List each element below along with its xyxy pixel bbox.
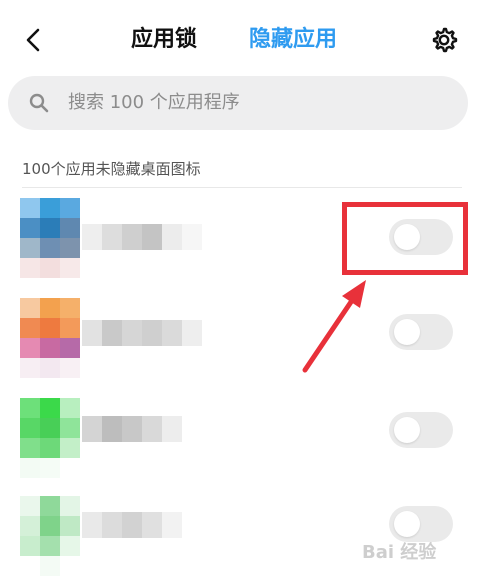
- app-name-redacted: [82, 320, 202, 346]
- app-name-redacted: [82, 512, 202, 538]
- app-name-redacted: [82, 224, 202, 250]
- toggle-knob: [394, 417, 420, 443]
- list-item: [0, 292, 481, 388]
- pixelated-app-icon: [20, 198, 80, 278]
- app-header: 应用锁 隐藏应用: [0, 0, 481, 80]
- chevron-left-icon: [26, 28, 40, 52]
- pixelated-app-icon: [20, 496, 80, 576]
- toggle-knob: [394, 511, 420, 537]
- toggle-knob: [394, 319, 420, 345]
- section-title: 100个应用未隐藏桌面图标: [22, 160, 201, 178]
- pixelated-app-icon: [20, 298, 80, 378]
- annotation-highlight-box: [342, 202, 468, 275]
- hide-toggle[interactable]: [389, 314, 453, 350]
- settings-button[interactable]: [428, 24, 460, 56]
- list-item: [0, 388, 481, 484]
- pixelated-app-icon: [20, 398, 80, 478]
- divider: [22, 187, 462, 188]
- search-icon: [29, 93, 49, 113]
- gear-icon: [432, 27, 458, 53]
- hide-toggle[interactable]: [389, 412, 453, 448]
- tab-hidden-apps[interactable]: 隐藏应用: [249, 24, 337, 56]
- watermark: Bai 经验: [362, 542, 437, 563]
- search-bar[interactable]: 搜索 100 个应用程序: [8, 76, 468, 130]
- list-item: [0, 484, 481, 580]
- app-name-redacted: [82, 416, 202, 442]
- tab-app-lock[interactable]: 应用锁: [131, 24, 197, 56]
- back-button[interactable]: [18, 24, 50, 56]
- hide-toggle[interactable]: [389, 506, 453, 542]
- search-input[interactable]: 搜索 100 个应用程序: [68, 90, 240, 116]
